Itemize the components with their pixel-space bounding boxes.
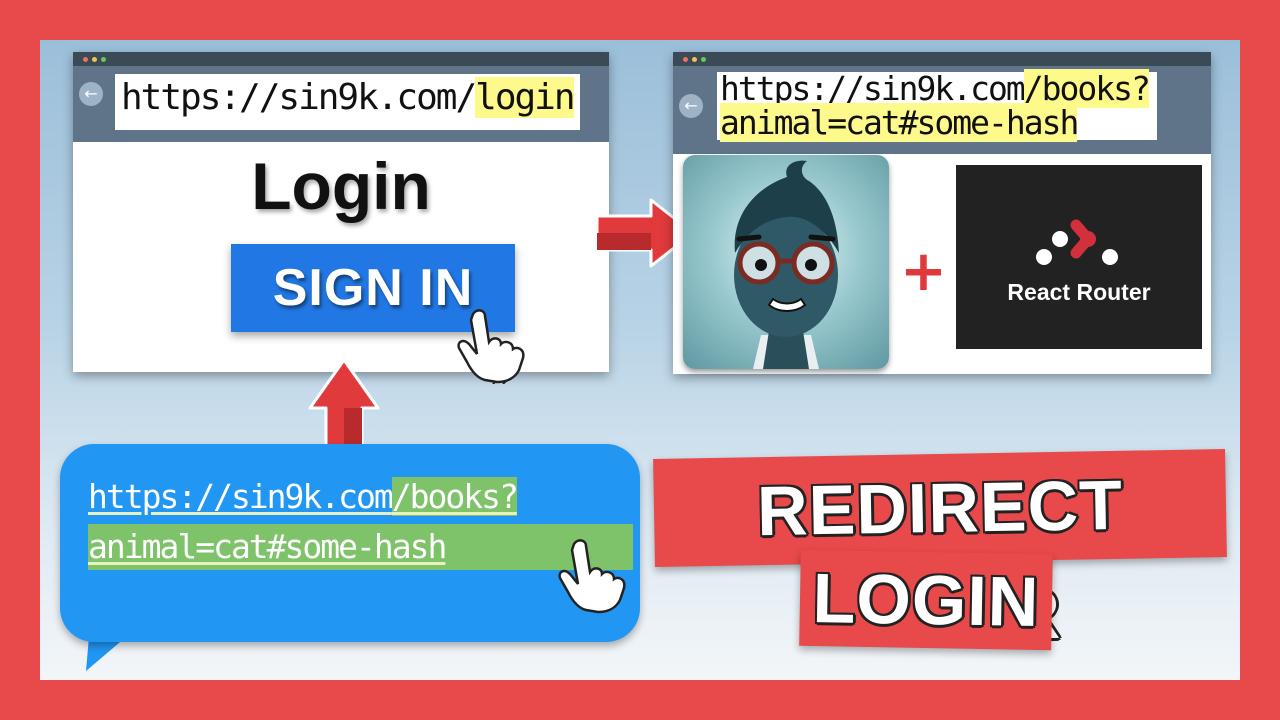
- url-path-highlight: login: [475, 77, 576, 118]
- address-bar-url[interactable]: https://sin9k.com/login: [115, 74, 580, 130]
- close-dot[interactable]: [83, 57, 88, 62]
- bubble-url-line-2[interactable]: animal=cat#some-hash: [88, 524, 633, 570]
- maximize-dot[interactable]: [701, 57, 706, 62]
- minimize-dot[interactable]: [92, 57, 97, 62]
- address-bar-area: ← https://sin9k.com/books? animal=cat#som…: [673, 66, 1211, 154]
- cartoon-character-image: [734, 160, 839, 369]
- address-bar-area: ← https://sin9k.com/login: [73, 66, 609, 142]
- avatar-illustration: [683, 155, 889, 369]
- url-base: https://sin9k.com/: [121, 77, 477, 118]
- pointer-hand-icon: [558, 539, 626, 614]
- bubble-url-base: https://sin9k.com: [88, 477, 394, 516]
- address-bar-url[interactable]: https://sin9k.com/books? animal=cat#some-…: [717, 69, 1157, 142]
- title-label-line-1: REDIRECT AFTER: [653, 449, 1227, 657]
- minimize-dot[interactable]: [692, 57, 697, 62]
- react-router-logo: React Router: [956, 165, 1202, 349]
- window-titlebar: [73, 52, 609, 66]
- maximize-dot[interactable]: [101, 57, 106, 62]
- close-dot[interactable]: [683, 57, 688, 62]
- plus-sign: +: [900, 239, 947, 304]
- pointer-hand-icon: [457, 309, 525, 384]
- react-router-text: React Router: [1007, 279, 1151, 305]
- back-arrow-icon[interactable]: ←: [79, 82, 103, 106]
- result-browser-window: ← https://sin9k.com/books? animal=cat#som…: [673, 52, 1211, 374]
- login-browser-window: ← https://sin9k.com/login Login SIGN IN: [73, 52, 609, 384]
- window-controls: [83, 57, 106, 62]
- url-query-highlight: animal=cat#some-hash: [720, 103, 1079, 142]
- login-heading: Login: [251, 149, 431, 223]
- title-label-line-2: LOGIN: [799, 549, 1053, 651]
- back-arrow-icon[interactable]: ←: [679, 94, 703, 118]
- thumbnail-canvas: ← https://sin9k.com/login Login SIGN IN …: [40, 40, 1240, 680]
- react-router-icon: [1036, 219, 1118, 265]
- window-controls: [683, 57, 706, 62]
- bubble-url-line-1[interactable]: https://sin9k.com/books?: [88, 474, 633, 520]
- window-titlebar: [673, 52, 1211, 66]
- bubble-url-path-highlight: /books?: [391, 477, 519, 516]
